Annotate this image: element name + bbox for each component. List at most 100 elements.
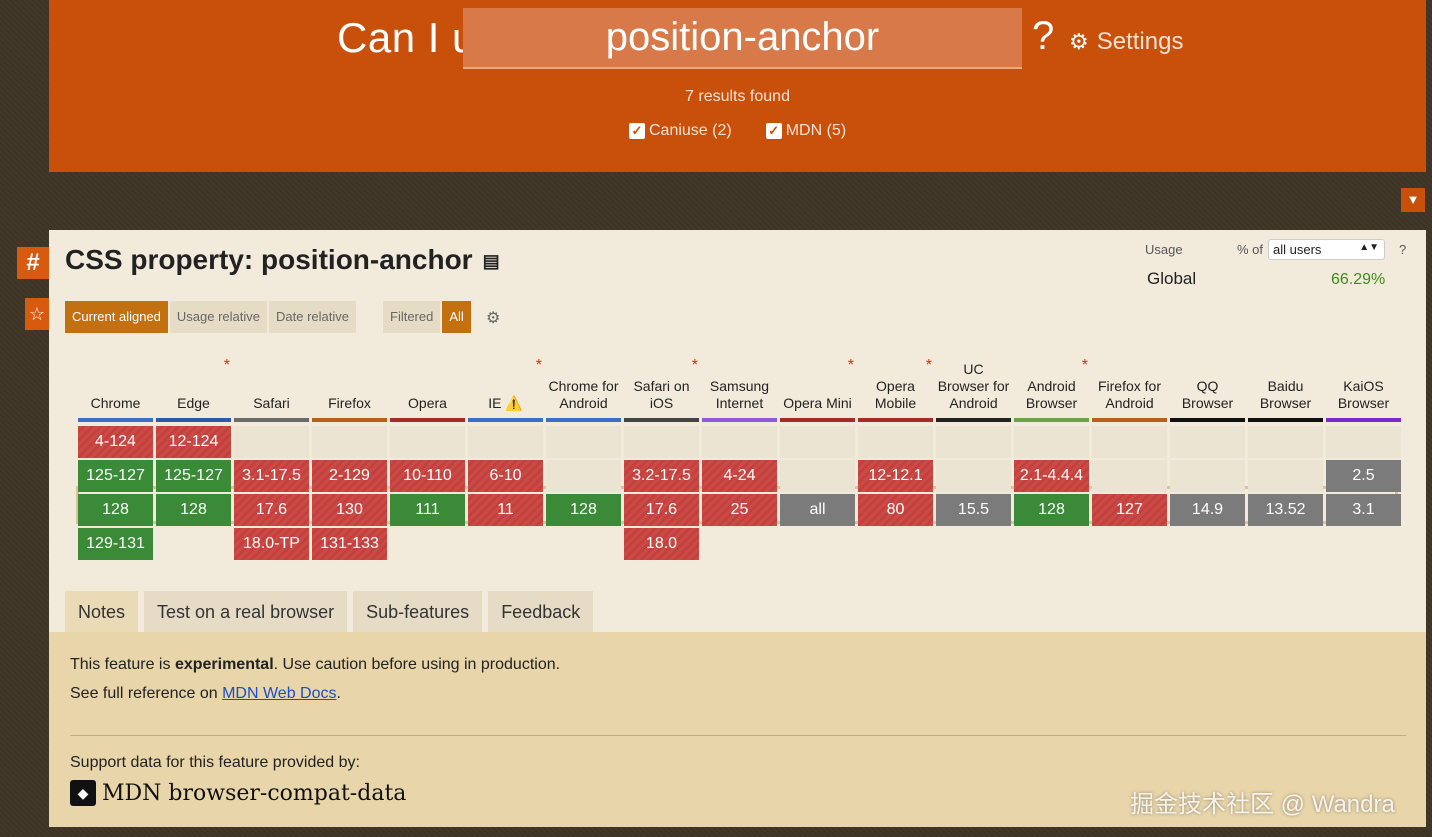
users-select[interactable]: all users ▲▼ [1268, 239, 1385, 260]
tab-notes[interactable]: Notes [65, 591, 139, 633]
tab-test-real-browser[interactable]: Test on a real browser [144, 591, 348, 633]
browser-color-bar [156, 418, 231, 422]
support-cell[interactable] [936, 460, 1011, 492]
feature-panel: CSS property: position-anchor ▤ Usage % o… [49, 230, 1426, 827]
filter-label: Caniuse (2) [649, 122, 732, 139]
support-cell[interactable]: 129-131 [78, 528, 153, 560]
support-cell[interactable] [624, 426, 699, 458]
support-cell[interactable]: 128 [78, 494, 153, 526]
support-cell[interactable] [1092, 460, 1167, 492]
search-box[interactable] [463, 8, 1022, 69]
support-cell[interactable]: 6-10 [468, 460, 543, 492]
support-cell[interactable] [1092, 426, 1167, 458]
support-cell[interactable] [1248, 460, 1323, 492]
browser-color-bar [702, 418, 777, 422]
support-cell[interactable]: 17.6 [234, 494, 309, 526]
support-cell[interactable]: 12-124 [156, 426, 231, 458]
support-cell[interactable]: 80 [858, 494, 933, 526]
search-input[interactable] [463, 8, 1022, 67]
support-cell[interactable]: 11 [468, 494, 543, 526]
note-asterisk-icon[interactable]: * [536, 357, 542, 375]
note-asterisk-icon[interactable]: * [1082, 357, 1088, 375]
support-cell[interactable]: 4-24 [702, 460, 777, 492]
support-cell[interactable] [468, 426, 543, 458]
support-cell[interactable]: 127 [1092, 494, 1167, 526]
support-cell[interactable] [1014, 426, 1089, 458]
filter-caniuse[interactable]: ✓ Caniuse (2) [629, 122, 732, 140]
support-cell[interactable] [1170, 426, 1245, 458]
tab-current-aligned[interactable]: Current aligned [65, 301, 168, 333]
global-label: Global [1147, 269, 1197, 288]
table-settings-gear-icon[interactable]: ⚙ [486, 308, 500, 328]
support-cell[interactable]: 18.0 [624, 528, 699, 560]
checkbox-icon[interactable]: ✓ [765, 123, 782, 139]
permalink-hash-button[interactable]: # [17, 247, 49, 279]
support-data-label: Support data for this feature provided b… [70, 754, 360, 771]
tab-date-relative[interactable]: Date relative [269, 301, 356, 333]
support-cell[interactable] [780, 426, 855, 458]
tab-all[interactable]: All [442, 301, 471, 333]
browser-name: KaiOS Browser [1337, 378, 1390, 411]
tab-filtered[interactable]: Filtered [383, 301, 441, 333]
mdn-link[interactable]: MDN Web Docs [222, 685, 336, 702]
support-cell[interactable]: 130 [312, 494, 387, 526]
settings-button[interactable]: ⚙ Settings [1069, 28, 1183, 56]
browser-name: Firefox [328, 395, 371, 411]
note-asterisk-icon[interactable]: * [692, 357, 698, 375]
note-asterisk-icon[interactable]: * [848, 357, 854, 375]
help-button[interactable]: ? [1032, 14, 1054, 59]
support-cell[interactable]: 12-12.1 [858, 460, 933, 492]
support-cell[interactable]: 128 [156, 494, 231, 526]
support-cell[interactable]: 14.9 [1170, 494, 1245, 526]
support-cell[interactable]: 131-133 [312, 528, 387, 560]
support-cell[interactable]: 2.5 [1326, 460, 1401, 492]
support-cell[interactable] [780, 460, 855, 492]
support-cell[interactable] [234, 426, 309, 458]
note-text: . [336, 685, 341, 702]
support-cell[interactable] [312, 426, 387, 458]
tab-feedback[interactable]: Feedback [488, 591, 594, 633]
tab-usage-relative[interactable]: Usage relative [169, 301, 267, 333]
support-cell[interactable]: 3.2-17.5 [624, 460, 699, 492]
support-cell[interactable]: 18.0-TP [234, 528, 309, 560]
tab-sub-features[interactable]: Sub-features [353, 591, 483, 633]
support-cell[interactable] [1170, 460, 1245, 492]
filter-mdn[interactable]: ✓ MDN (5) [765, 122, 846, 140]
browser-name: QQ Browser [1181, 378, 1234, 411]
support-cell[interactable]: all [780, 494, 855, 526]
support-cell[interactable]: 128 [1014, 494, 1089, 526]
support-cell[interactable]: 2-129 [312, 460, 387, 492]
support-cell[interactable] [936, 426, 1011, 458]
star-icon[interactable]: ☆ [25, 298, 49, 330]
support-cell[interactable]: 15.5 [936, 494, 1011, 526]
support-cell[interactable]: 17.6 [624, 494, 699, 526]
note-text: . Use caution before using in production… [273, 656, 561, 673]
support-cell[interactable]: 125-127 [78, 460, 153, 492]
support-cell[interactable]: 2.1-4.4.4 [1014, 460, 1089, 492]
support-cell[interactable]: 10-110 [390, 460, 465, 492]
support-cell[interactable]: 13.52 [1248, 494, 1323, 526]
support-cell[interactable]: 3.1 [1326, 494, 1401, 526]
note-asterisk-icon[interactable]: * [926, 357, 932, 375]
support-cell[interactable]: 25 [702, 494, 777, 526]
browser-name: Edge [177, 395, 210, 411]
support-cell[interactable] [702, 426, 777, 458]
support-cell[interactable]: 4-124 [78, 426, 153, 458]
checkbox-icon[interactable]: ✓ [629, 123, 645, 139]
support-cell[interactable] [546, 426, 621, 458]
support-cell[interactable]: 3.1-17.5 [234, 460, 309, 492]
support-cell[interactable]: 128 [546, 494, 621, 526]
support-cell[interactable] [546, 460, 621, 492]
support-cell[interactable] [390, 426, 465, 458]
usage-help-button[interactable]: ? [1399, 242, 1406, 257]
support-cell[interactable]: 111 [390, 494, 465, 526]
note-asterisk-icon[interactable]: * [224, 357, 230, 375]
support-cell[interactable] [858, 426, 933, 458]
support-cell[interactable]: 125-127 [156, 460, 231, 492]
support-cell[interactable] [1248, 426, 1323, 458]
note-text: See full reference on [70, 685, 223, 702]
document-icon[interactable]: ▤ [483, 251, 500, 271]
support-cell[interactable] [1326, 426, 1401, 458]
data-provider[interactable]: ◆ MDN browser-compat-data [70, 780, 406, 806]
filter-funnel-icon[interactable]: ▼ [1401, 188, 1425, 212]
